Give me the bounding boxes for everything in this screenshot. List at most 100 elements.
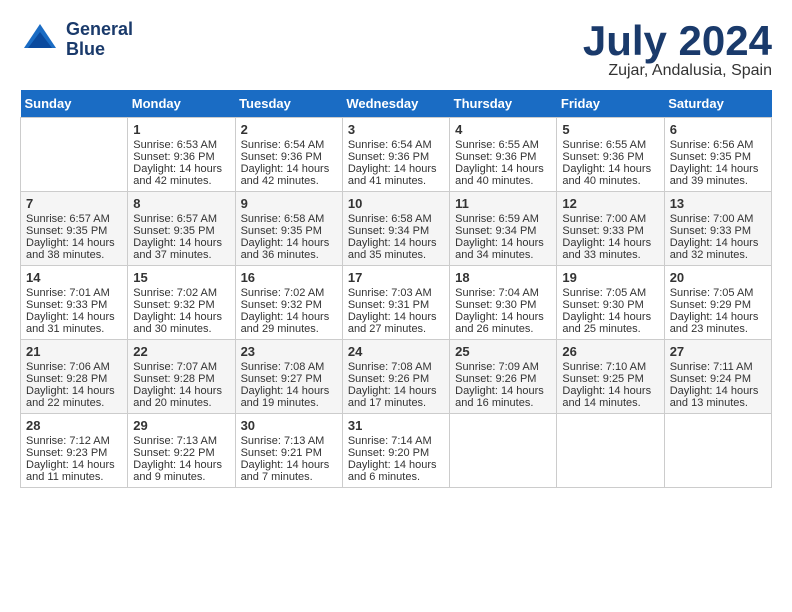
- day-number: 21: [26, 344, 122, 359]
- sunrise-text: Sunrise: 7:09 AM: [455, 361, 551, 373]
- sunset-text: Sunset: 9:28 PM: [133, 373, 229, 385]
- calendar-cell: 16Sunrise: 7:02 AMSunset: 9:32 PMDayligh…: [235, 266, 342, 340]
- sunrise-text: Sunrise: 7:13 AM: [133, 435, 229, 447]
- calendar-table: SundayMondayTuesdayWednesdayThursdayFrid…: [20, 90, 772, 488]
- sunrise-text: Sunrise: 7:06 AM: [26, 361, 122, 373]
- day-header-wednesday: Wednesday: [342, 90, 449, 118]
- day-number: 25: [455, 344, 551, 359]
- daylight-text: Daylight: 14 hours and 41 minutes.: [348, 163, 444, 187]
- calendar-cell: [664, 414, 771, 488]
- calendar-cell: 24Sunrise: 7:08 AMSunset: 9:26 PMDayligh…: [342, 340, 449, 414]
- daylight-text: Daylight: 14 hours and 16 minutes.: [455, 385, 551, 409]
- sunrise-text: Sunrise: 6:53 AM: [133, 139, 229, 151]
- day-number: 15: [133, 270, 229, 285]
- sunset-text: Sunset: 9:35 PM: [133, 225, 229, 237]
- daylight-text: Daylight: 14 hours and 42 minutes.: [241, 163, 337, 187]
- sunset-text: Sunset: 9:22 PM: [133, 447, 229, 459]
- daylight-text: Daylight: 14 hours and 25 minutes.: [562, 311, 658, 335]
- sunrise-text: Sunrise: 7:08 AM: [241, 361, 337, 373]
- sunset-text: Sunset: 9:33 PM: [26, 299, 122, 311]
- sunset-text: Sunset: 9:30 PM: [455, 299, 551, 311]
- sunset-text: Sunset: 9:36 PM: [241, 151, 337, 163]
- sunset-text: Sunset: 9:20 PM: [348, 447, 444, 459]
- daylight-text: Daylight: 14 hours and 29 minutes.: [241, 311, 337, 335]
- title-block: July 2024 Zujar, Andalusia, Spain: [583, 20, 772, 80]
- week-row-4: 28Sunrise: 7:12 AMSunset: 9:23 PMDayligh…: [21, 414, 772, 488]
- sunset-text: Sunset: 9:35 PM: [670, 151, 766, 163]
- day-number: 28: [26, 418, 122, 433]
- sunrise-text: Sunrise: 7:12 AM: [26, 435, 122, 447]
- week-row-0: 1Sunrise: 6:53 AMSunset: 9:36 PMDaylight…: [21, 118, 772, 192]
- daylight-text: Daylight: 14 hours and 22 minutes.: [26, 385, 122, 409]
- logo-text: General Blue: [66, 20, 133, 60]
- calendar-cell: 14Sunrise: 7:01 AMSunset: 9:33 PMDayligh…: [21, 266, 128, 340]
- calendar-cell: 5Sunrise: 6:55 AMSunset: 9:36 PMDaylight…: [557, 118, 664, 192]
- sunset-text: Sunset: 9:30 PM: [562, 299, 658, 311]
- sunset-text: Sunset: 9:33 PM: [670, 225, 766, 237]
- day-number: 19: [562, 270, 658, 285]
- calendar-cell: 22Sunrise: 7:07 AMSunset: 9:28 PMDayligh…: [128, 340, 235, 414]
- daylight-text: Daylight: 14 hours and 34 minutes.: [455, 237, 551, 261]
- day-number: 20: [670, 270, 766, 285]
- calendar-cell: 17Sunrise: 7:03 AMSunset: 9:31 PMDayligh…: [342, 266, 449, 340]
- calendar-cell: [21, 118, 128, 192]
- calendar-cell: 3Sunrise: 6:54 AMSunset: 9:36 PMDaylight…: [342, 118, 449, 192]
- daylight-text: Daylight: 14 hours and 14 minutes.: [562, 385, 658, 409]
- sunset-text: Sunset: 9:31 PM: [348, 299, 444, 311]
- day-number: 5: [562, 122, 658, 137]
- day-number: 3: [348, 122, 444, 137]
- sunset-text: Sunset: 9:35 PM: [241, 225, 337, 237]
- daylight-text: Daylight: 14 hours and 19 minutes.: [241, 385, 337, 409]
- day-number: 2: [241, 122, 337, 137]
- day-header-saturday: Saturday: [664, 90, 771, 118]
- daylight-text: Daylight: 14 hours and 26 minutes.: [455, 311, 551, 335]
- calendar-cell: 15Sunrise: 7:02 AMSunset: 9:32 PMDayligh…: [128, 266, 235, 340]
- sunrise-text: Sunrise: 6:59 AM: [455, 213, 551, 225]
- calendar-cell: 4Sunrise: 6:55 AMSunset: 9:36 PMDaylight…: [450, 118, 557, 192]
- calendar-cell: 7Sunrise: 6:57 AMSunset: 9:35 PMDaylight…: [21, 192, 128, 266]
- sunset-text: Sunset: 9:35 PM: [26, 225, 122, 237]
- day-number: 17: [348, 270, 444, 285]
- calendar-cell: 31Sunrise: 7:14 AMSunset: 9:20 PMDayligh…: [342, 414, 449, 488]
- calendar-cell: 20Sunrise: 7:05 AMSunset: 9:29 PMDayligh…: [664, 266, 771, 340]
- sunset-text: Sunset: 9:36 PM: [133, 151, 229, 163]
- day-number: 31: [348, 418, 444, 433]
- day-number: 14: [26, 270, 122, 285]
- day-number: 8: [133, 196, 229, 211]
- calendar-cell: 28Sunrise: 7:12 AMSunset: 9:23 PMDayligh…: [21, 414, 128, 488]
- sunset-text: Sunset: 9:32 PM: [133, 299, 229, 311]
- day-number: 9: [241, 196, 337, 211]
- daylight-text: Daylight: 14 hours and 32 minutes.: [670, 237, 766, 261]
- day-number: 7: [26, 196, 122, 211]
- calendar-cell: 10Sunrise: 6:58 AMSunset: 9:34 PMDayligh…: [342, 192, 449, 266]
- day-number: 30: [241, 418, 337, 433]
- calendar-cell: 1Sunrise: 6:53 AMSunset: 9:36 PMDaylight…: [128, 118, 235, 192]
- daylight-text: Daylight: 14 hours and 40 minutes.: [562, 163, 658, 187]
- day-header-sunday: Sunday: [21, 90, 128, 118]
- week-row-2: 14Sunrise: 7:01 AMSunset: 9:33 PMDayligh…: [21, 266, 772, 340]
- day-number: 10: [348, 196, 444, 211]
- calendar-cell: 6Sunrise: 6:56 AMSunset: 9:35 PMDaylight…: [664, 118, 771, 192]
- sunrise-text: Sunrise: 7:05 AM: [670, 287, 766, 299]
- sunrise-text: Sunrise: 6:57 AM: [133, 213, 229, 225]
- day-number: 16: [241, 270, 337, 285]
- sunrise-text: Sunrise: 7:11 AM: [670, 361, 766, 373]
- daylight-text: Daylight: 14 hours and 39 minutes.: [670, 163, 766, 187]
- page-header: General Blue July 2024 Zujar, Andalusia,…: [20, 20, 772, 80]
- calendar-cell: 29Sunrise: 7:13 AMSunset: 9:22 PMDayligh…: [128, 414, 235, 488]
- day-number: 13: [670, 196, 766, 211]
- month-title: July 2024: [583, 20, 772, 62]
- sunset-text: Sunset: 9:32 PM: [241, 299, 337, 311]
- daylight-text: Daylight: 14 hours and 35 minutes.: [348, 237, 444, 261]
- location: Zujar, Andalusia, Spain: [583, 62, 772, 80]
- daylight-text: Daylight: 14 hours and 7 minutes.: [241, 459, 337, 483]
- day-number: 24: [348, 344, 444, 359]
- daylight-text: Daylight: 14 hours and 6 minutes.: [348, 459, 444, 483]
- day-header-tuesday: Tuesday: [235, 90, 342, 118]
- day-header-thursday: Thursday: [450, 90, 557, 118]
- week-row-1: 7Sunrise: 6:57 AMSunset: 9:35 PMDaylight…: [21, 192, 772, 266]
- day-number: 27: [670, 344, 766, 359]
- calendar-cell: [557, 414, 664, 488]
- day-number: 22: [133, 344, 229, 359]
- sunset-text: Sunset: 9:26 PM: [455, 373, 551, 385]
